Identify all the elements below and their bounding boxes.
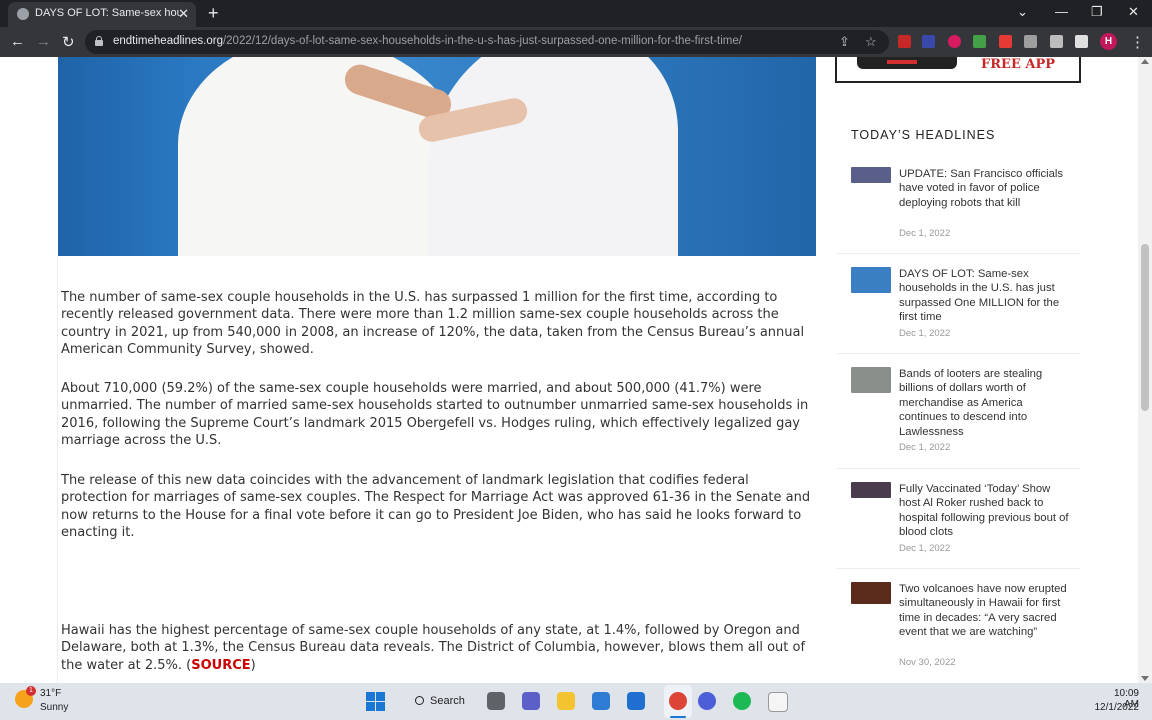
url-text[interactable]: endtimeheadlines.org/2022/12/days-of-lot… <box>113 35 742 47</box>
messenger-icon[interactable] <box>698 692 716 710</box>
dress-right-shape <box>428 57 678 256</box>
task-view-icon[interactable] <box>487 692 505 710</box>
source-open: ( <box>182 657 192 673</box>
page-scrollbar[interactable] <box>1138 57 1152 683</box>
weather-condition[interactable]: Sunny <box>40 702 68 713</box>
headline-separator <box>836 353 1080 354</box>
headlines-heading: TODAY’S HEADLINES <box>851 128 996 142</box>
content-divider <box>57 256 58 683</box>
tab-search-chevron-icon[interactable]: ⌄ <box>1017 4 1028 20</box>
window-close-icon[interactable]: ✕ <box>1128 4 1139 20</box>
extension-abp-icon[interactable] <box>898 35 911 48</box>
page-viewport: The number of same-sex couple households… <box>0 57 1138 683</box>
paragraph-4-text: Hawaii has the highest percentage of sam… <box>61 623 806 673</box>
headline-thumbnail[interactable] <box>851 482 891 498</box>
microsoft-store-icon[interactable] <box>592 692 610 710</box>
headline-title[interactable]: DAYS OF LOT: Same-sex households in the … <box>899 267 1071 325</box>
scroll-up-icon[interactable] <box>1141 59 1149 64</box>
globe-icon <box>17 8 29 20</box>
device-graphic <box>857 57 957 69</box>
headline-date: Dec 1, 2022 <box>899 543 951 554</box>
article-paragraph: Hawaii has the highest percentage of sam… <box>61 622 811 674</box>
headline-separator <box>836 568 1080 569</box>
taskbar: 1 31°F Sunny Search 10:09 AM 12/1/2022 <box>0 683 1152 720</box>
paragraph-4: Hawaii has the highest percentage of sam… <box>61 622 811 674</box>
menu-kebab-icon[interactable]: ⋮ <box>1130 33 1145 51</box>
paragraph-1: The number of same-sex couple households… <box>61 290 805 358</box>
taskbar-search-label: Search <box>430 695 465 707</box>
url-host: endtimeheadlines.org <box>113 35 223 47</box>
headline-thumbnail[interactable] <box>851 167 891 183</box>
paragraph-3: The release of this new data coincides w… <box>61 473 811 541</box>
bookmark-star-icon[interactable]: ☆ <box>865 34 877 50</box>
headline-date: Dec 1, 2022 <box>899 328 951 339</box>
minimize-icon[interactable]: — <box>1055 4 1068 19</box>
extension-heart-icon[interactable] <box>948 35 961 48</box>
headline-separator <box>836 468 1080 469</box>
article-paragraph: The release of this new data coincides w… <box>61 472 811 542</box>
headline-thumbnail[interactable] <box>851 582 891 604</box>
taskbar-search-button[interactable]: Search <box>404 688 474 715</box>
article-paragraph: The number of same-sex couple households… <box>61 289 811 359</box>
headline-separator <box>836 253 1080 254</box>
source-link[interactable]: SOURCE <box>191 658 250 673</box>
headline-date: Nov 30, 2022 <box>899 657 956 668</box>
active-app-indicator <box>670 716 686 718</box>
paragraph-2: About 710,000 (59.2%) of the same-sex co… <box>61 381 809 449</box>
file-explorer-icon[interactable] <box>557 692 575 710</box>
reload-icon[interactable]: ↻ <box>62 33 75 51</box>
headline-date: Dec 1, 2022 <box>899 228 951 239</box>
address-bar[interactable]: endtimeheadlines.org/2022/12/days-of-lot… <box>85 30 889 54</box>
profile-avatar[interactable]: H <box>1100 33 1117 50</box>
browser-toolbar: ← → ↻ endtimeheadlines.org/2022/12/days-… <box>0 27 1152 57</box>
extension-gray-icon[interactable] <box>1024 35 1037 48</box>
chrome-icon[interactable] <box>669 692 687 710</box>
extension-blue-icon[interactable] <box>922 35 935 48</box>
share-icon[interactable]: ⇪ <box>839 34 850 50</box>
article-paragraph: About 710,000 (59.2%) of the same-sex co… <box>61 380 811 450</box>
url-path: /2022/12/days-of-lot-same-sex-households… <box>222 35 742 47</box>
close-tab-icon[interactable]: ✕ <box>178 6 189 22</box>
forward-icon[interactable]: → <box>36 33 51 50</box>
headline-title[interactable]: Bands of looters are stealing billions o… <box>899 367 1071 439</box>
weather-temperature[interactable]: 31°F <box>40 688 61 699</box>
lock-icon[interactable] <box>95 36 103 46</box>
browser-tab[interactable]: DAYS OF LOT: Same-sex househo ✕ <box>8 2 196 27</box>
scroll-down-icon[interactable] <box>1141 676 1149 681</box>
app-ad-banner[interactable]: FREE APP <box>835 57 1081 83</box>
extension-grid-icon[interactable] <box>973 35 986 48</box>
extension-m-icon[interactable] <box>999 35 1012 48</box>
notepad-icon[interactable] <box>768 692 788 712</box>
headline-title[interactable]: Fully Vaccinated ‘Today’ Show host Al Ro… <box>899 482 1071 540</box>
headline-title[interactable]: UPDATE: San Francisco officials have vot… <box>899 167 1071 210</box>
clock-date[interactable]: 12/1/2022 <box>1094 702 1140 713</box>
source-close: ) <box>250 657 256 673</box>
teams-chat-icon[interactable] <box>522 692 540 710</box>
headline-title[interactable]: Two volcanoes have now erupted simultane… <box>899 582 1071 640</box>
weather-badge: 1 <box>26 686 36 696</box>
ad-text: FREE APP <box>981 57 1056 72</box>
headline-thumbnail[interactable] <box>851 367 891 393</box>
side-panel-icon[interactable] <box>1075 35 1088 48</box>
tab-strip: DAYS OF LOT: Same-sex househo ✕ + ⌄ — ❐ … <box>0 0 1152 27</box>
mail-icon[interactable] <box>627 692 645 710</box>
search-icon <box>415 696 424 705</box>
scrollbar-thumb[interactable] <box>1141 244 1149 411</box>
start-windows-icon[interactable] <box>366 692 385 711</box>
restore-icon[interactable]: ❐ <box>1091 4 1103 20</box>
tab-title: DAYS OF LOT: Same-sex househo <box>35 7 181 19</box>
new-tab-button[interactable]: + <box>208 3 219 24</box>
article-hero-image <box>58 57 816 256</box>
headline-date: Dec 1, 2022 <box>899 442 951 453</box>
spotify-icon[interactable] <box>733 692 751 710</box>
extensions-puzzle-icon[interactable] <box>1050 35 1063 48</box>
back-icon[interactable]: ← <box>10 33 25 50</box>
headline-thumbnail[interactable] <box>851 267 891 293</box>
